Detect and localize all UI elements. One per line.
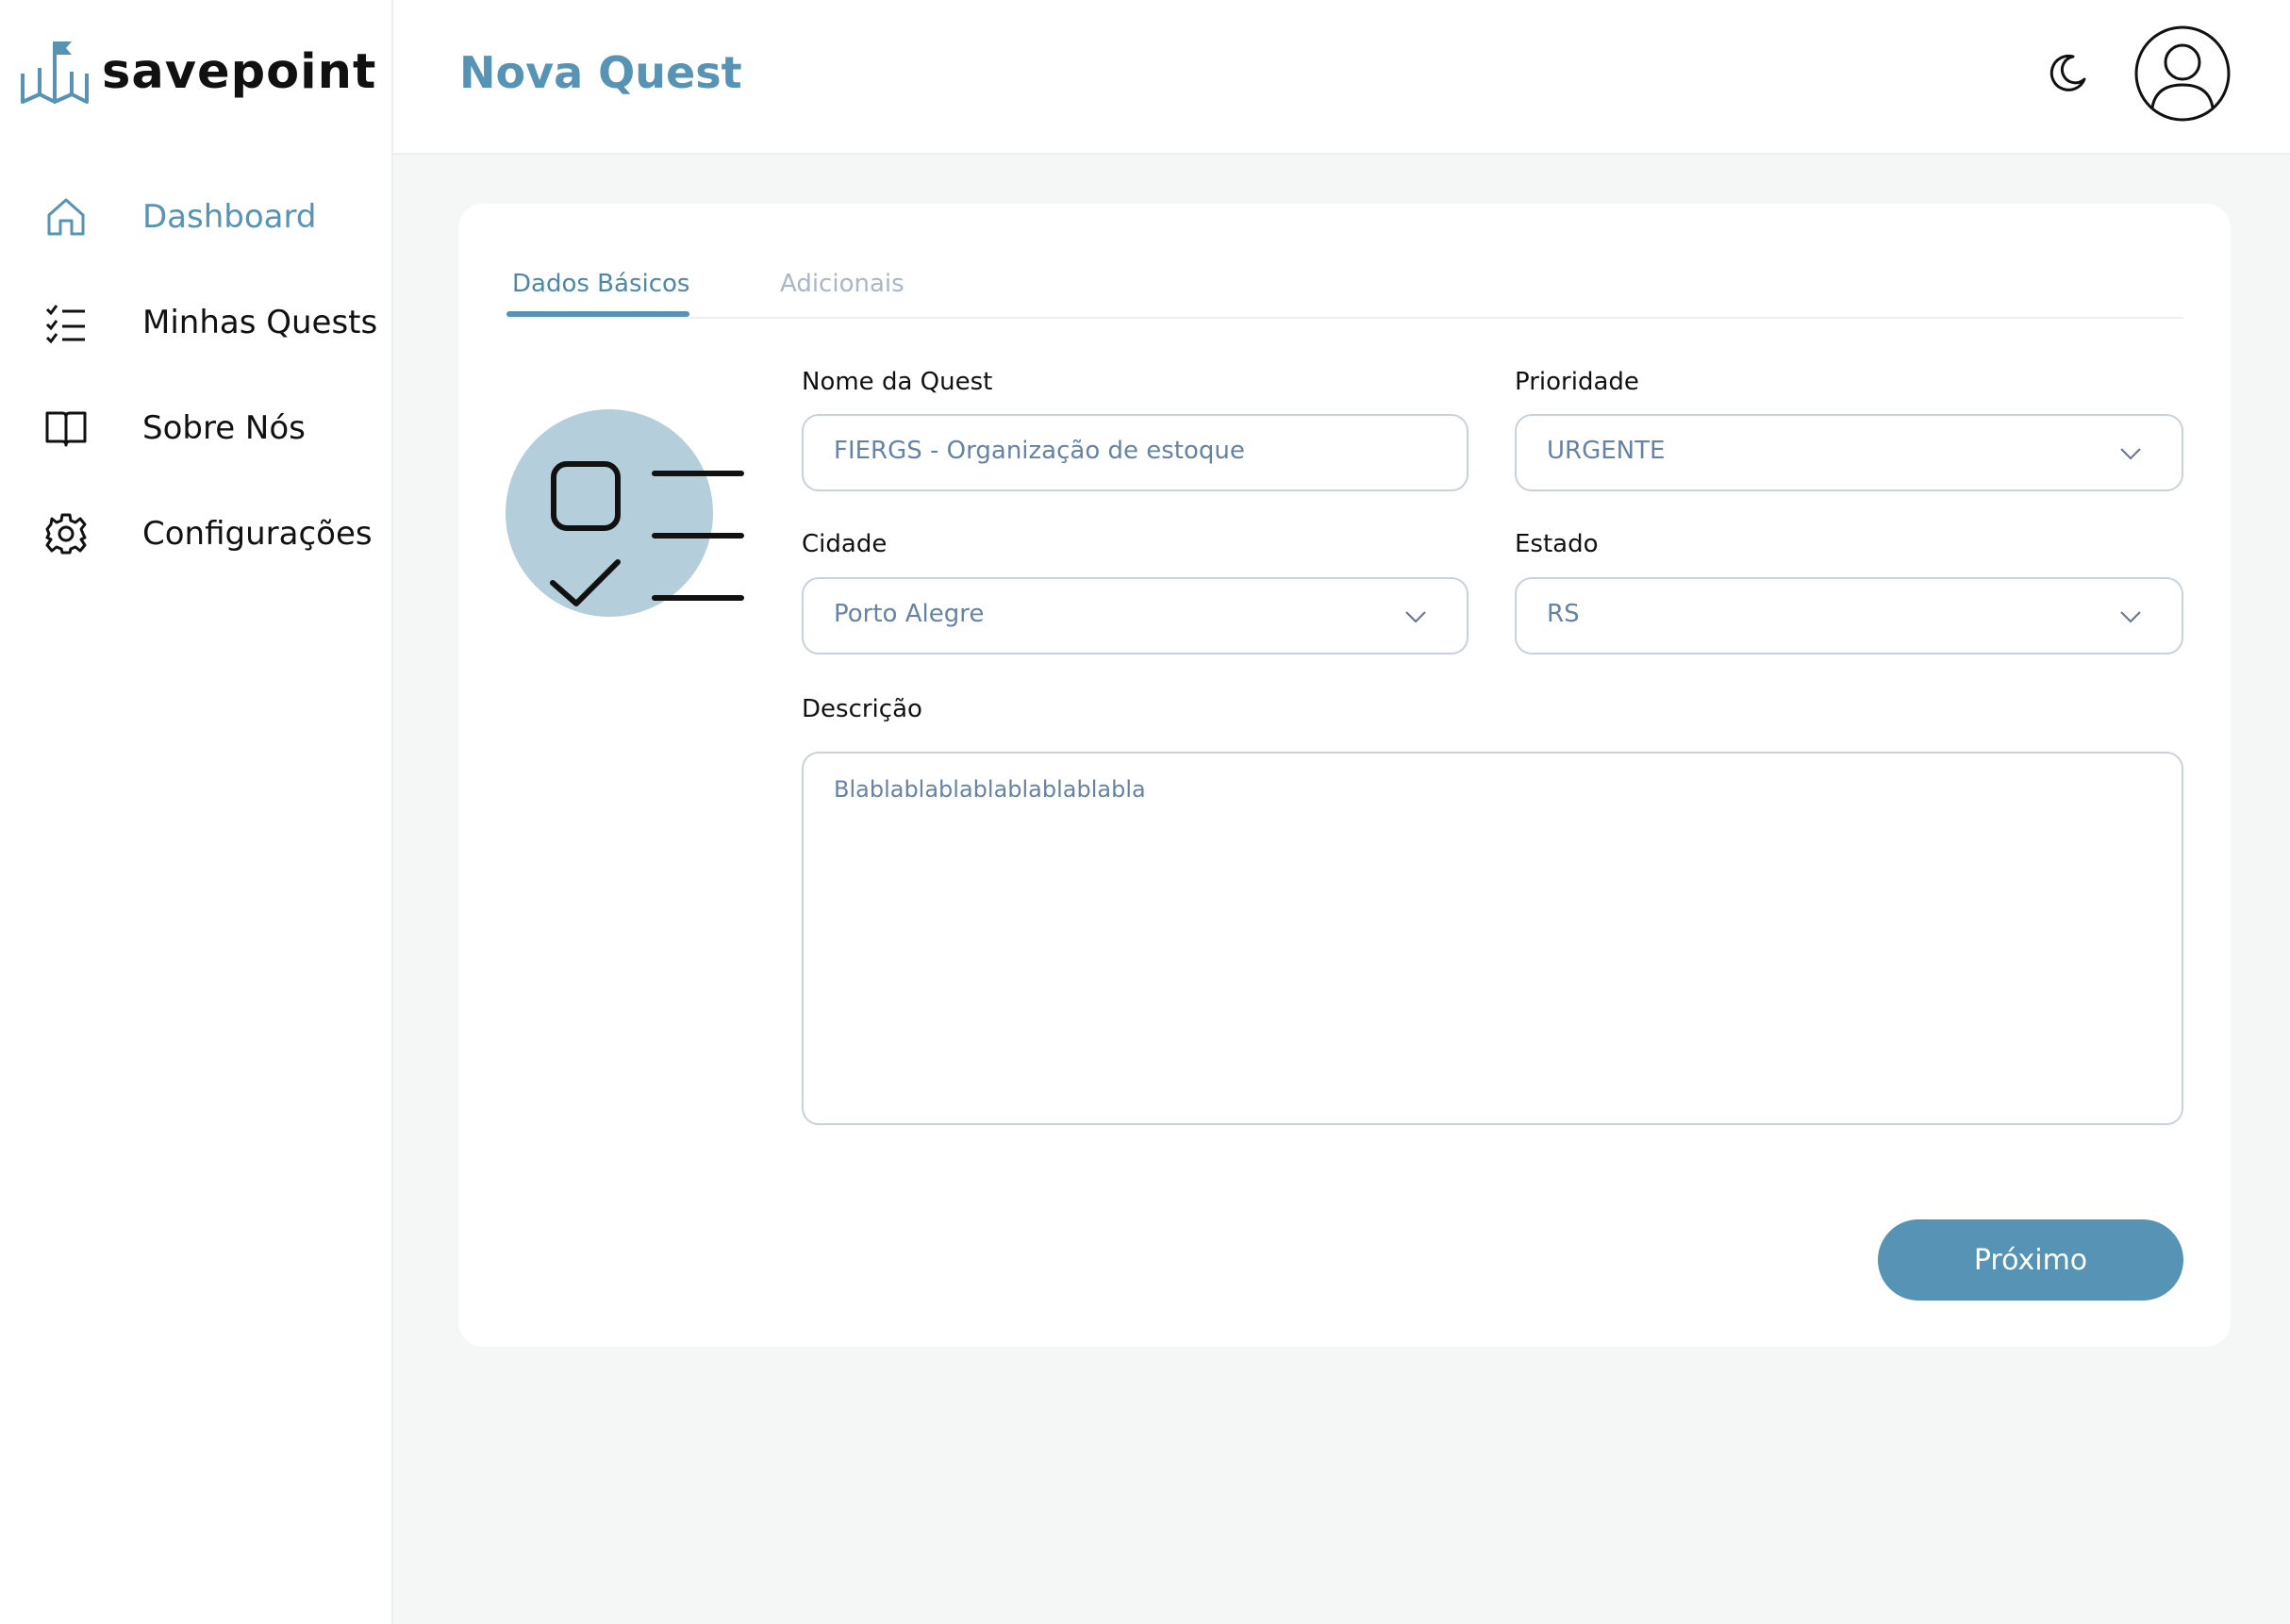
descricao-textarea[interactable]: Blablablablablablablablabla: [802, 752, 2183, 1125]
cidade-value: Porto Alegre: [834, 600, 985, 628]
estado-label: Estado: [1515, 530, 1599, 558]
sidebar-item-configuracoes[interactable]: Configurações: [0, 496, 391, 572]
checklist-illustration-icon: [506, 409, 744, 617]
page-title: Nova Quest: [459, 47, 742, 98]
chevron-down-icon: [1405, 611, 1426, 623]
estado-value: RS: [1547, 600, 1580, 628]
home-icon: [40, 191, 92, 243]
form-tabs: Dados Básicos Adicionais: [506, 251, 2183, 319]
sidebar-item-label: Minhas Quests: [142, 304, 378, 341]
descricao-label: Descrição: [802, 695, 922, 723]
next-button[interactable]: Próximo: [1878, 1219, 2183, 1301]
nome-quest-value: FIERGS - Organização de estoque: [834, 437, 1245, 465]
prioridade-select[interactable]: URGENTE: [1515, 414, 2183, 491]
sidebar-item-label: Sobre Nós: [142, 409, 306, 447]
estado-select[interactable]: RS: [1515, 577, 2183, 655]
savepoint-logo-icon: [21, 41, 89, 104]
sidebar-item-dashboard[interactable]: Dashboard: [0, 179, 391, 255]
chevron-down-icon: [2120, 448, 2141, 460]
moon-icon[interactable]: [2045, 51, 2090, 96]
nome-quest-label: Nome da Quest: [802, 368, 993, 396]
chevron-down-icon: [2120, 611, 2141, 623]
brand-logo[interactable]: savepoint: [19, 36, 376, 108]
sidebar: savepoint Dashboard Minhas Quests Sobre …: [0, 0, 393, 1624]
cidade-select[interactable]: Porto Alegre: [802, 577, 1469, 655]
book-icon: [40, 402, 92, 455]
brand-name: savepoint: [102, 43, 377, 100]
prioridade-label: Prioridade: [1515, 368, 1639, 396]
top-header: Nova Quest: [393, 0, 2290, 155]
quest-form-card: Dados Básicos Adicionais Nome da Quest F…: [458, 204, 2231, 1347]
sidebar-item-minhas-quests[interactable]: Minhas Quests: [0, 285, 391, 360]
user-avatar-icon[interactable]: [2133, 25, 2232, 123]
cidade-label: Cidade: [802, 530, 888, 558]
nome-quest-input[interactable]: FIERGS - Organização de estoque: [802, 414, 1469, 491]
sidebar-item-label: Configurações: [142, 515, 373, 553]
active-tab-indicator: [506, 311, 689, 317]
tab-adicionais[interactable]: Adicionais: [780, 270, 904, 298]
sidebar-item-sobre-nos[interactable]: Sobre Nós: [0, 390, 391, 466]
descricao-value: Blablablablablablablablabla: [834, 776, 1146, 803]
gear-icon: [40, 507, 92, 560]
checklist-icon: [40, 296, 92, 349]
sidebar-item-label: Dashboard: [142, 198, 317, 236]
tab-dados-basicos[interactable]: Dados Básicos: [512, 270, 689, 298]
prioridade-value: URGENTE: [1547, 437, 1666, 465]
